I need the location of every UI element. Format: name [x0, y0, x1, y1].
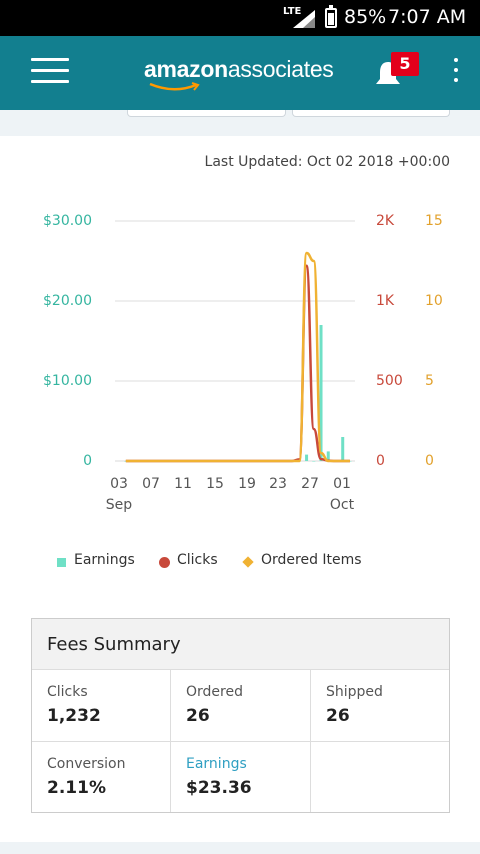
- ordered-label: Ordered: [186, 684, 243, 700]
- ordered-items-line: [125, 251, 350, 463]
- clicks-label: Clicks: [47, 684, 88, 700]
- shipped-label: Shipped: [326, 684, 383, 700]
- earnings-swatch-icon: [57, 558, 66, 567]
- ordered-cell: Ordered 26: [171, 670, 311, 742]
- earnings-bar: [305, 454, 309, 461]
- bottom-strip: [0, 842, 480, 854]
- shipped-cell: Shipped 26: [311, 670, 449, 742]
- ordered-value: 26: [186, 706, 210, 726]
- conversion-label: Conversion: [47, 756, 126, 772]
- clicks-swatch-icon: [159, 557, 170, 568]
- earnings-value: $23.36: [186, 778, 252, 798]
- shipped-value: 26: [326, 706, 350, 726]
- clicks-cell: Clicks 1,232: [32, 670, 171, 742]
- fees-summary-header: Fees Summary: [32, 619, 449, 670]
- earnings-link[interactable]: Earnings: [186, 756, 247, 772]
- legend-label: Clicks: [177, 552, 218, 568]
- legend-label: Ordered Items: [261, 552, 362, 568]
- clicks-value: 1,232: [47, 706, 101, 726]
- earnings-bar: [341, 437, 345, 461]
- fees-summary-table: Fees Summary Clicks 1,232 Ordered 26 Shi…: [31, 618, 450, 813]
- legend-label: Earnings: [74, 552, 135, 568]
- earnings-cell[interactable]: Earnings $23.36: [171, 742, 311, 812]
- conversion-cell: Conversion 2.11%: [32, 742, 171, 812]
- fees-summary-title: Fees Summary: [47, 634, 181, 655]
- conversion-value: 2.11%: [47, 778, 106, 798]
- earnings-bar: [312, 461, 316, 462]
